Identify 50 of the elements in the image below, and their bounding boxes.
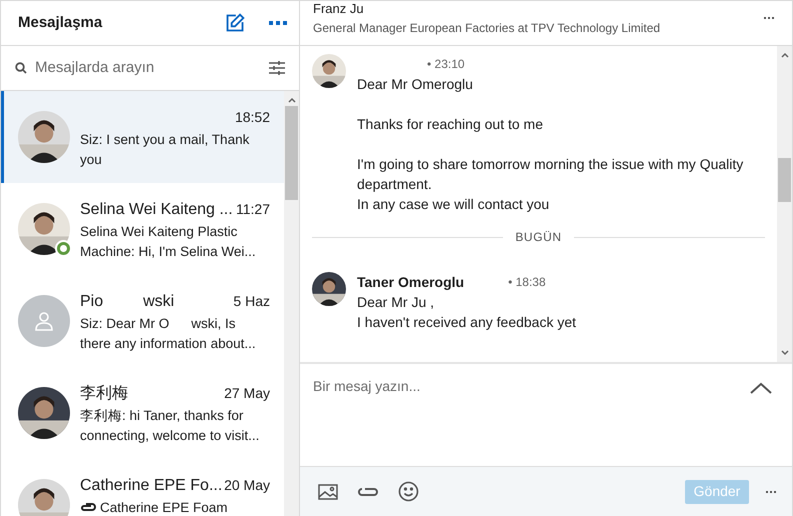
contact-name: wski [143, 292, 174, 312]
message-text: Dear Mr Omeroglu [357, 75, 474, 94]
date-divider: BUGÜN [515, 229, 562, 246]
scrollbar[interactable] [284, 91, 299, 516]
person-icon [32, 309, 56, 333]
message-time: 5 Haz [233, 292, 270, 310]
conversation-item[interactable]: Selina Wei Kaiteng ... 11:27 Selina Wei Kaiteng Plastic Machine: Hi, I'm Selina Wei... [1, 183, 284, 275]
scroll-thumb[interactable] [778, 158, 791, 202]
message-preview: Catherine EPE Foam [100, 500, 228, 515]
message-time: 11:27 [236, 200, 270, 218]
message-text: In any case we will contact you [357, 195, 550, 214]
message-text: I haven't received any feedback yet [357, 313, 576, 332]
message-time: 27 May [224, 384, 270, 402]
scroll-up-icon[interactable] [780, 52, 788, 58]
scrollbar[interactable] [777, 46, 792, 362]
search-field[interactable]: Mesajlarda arayın [35, 56, 261, 80]
message-time: • 23:10 [427, 56, 465, 73]
message-time: 20 May [224, 476, 270, 494]
sender-name: Taner Omeroglu [357, 273, 464, 292]
message-text: I'm going to share tomorrow morning the issue with my Quality department. [357, 155, 744, 194]
conversation-item[interactable]: Catherine EPE Fo...20 May Catherine EPE Foam [1, 459, 284, 516]
more-icon[interactable] [269, 21, 287, 25]
message-preview: 李利梅: hi Taner, thanks for connecting, welcome to visit... [80, 408, 260, 443]
scroll-down-icon[interactable] [780, 350, 788, 356]
contact-name: Catherine EPE Fo... [80, 476, 222, 496]
scroll-thumb[interactable] [285, 106, 298, 200]
message-field[interactable]: Bir mesaj yazın... [313, 376, 750, 456]
contact-headline: General Manager European Factories at TPV Technology Limited [313, 20, 662, 37]
contact-name: Pio [80, 292, 104, 312]
search-icon [15, 62, 27, 74]
message-text: Thanks for reaching out to me [357, 115, 544, 134]
message-text: Dear Mr Ju , [357, 293, 436, 312]
contact-name: 李利梅 [80, 384, 128, 404]
emoji-icon[interactable] [398, 481, 419, 502]
sidebar-title: Mesajlaşma [18, 12, 104, 33]
conversation-item[interactable]: Pio wski 5 Haz Siz: Dear Mr O wski, Is there any information about... [1, 275, 284, 367]
message-preview: Siz: I sent you a mail, Thank you [80, 132, 250, 167]
message-preview: Selina Wei Kaiteng Plastic Machine: Hi, I'm Selina Wei... [80, 224, 256, 259]
contact-name: Franz Ju [313, 1, 364, 17]
scroll-up-icon[interactable] [288, 97, 296, 103]
message-preview: Siz: Dear Mr O wski, Is there any information about... [80, 316, 256, 351]
conversation-item[interactable]: 李利梅 27 May 李利梅: hi Taner, thanks for connecting, welcome to visit... [1, 367, 284, 459]
message-time: • 18:38 [508, 274, 546, 291]
contact-name: Selina Wei Kaiteng ... [80, 200, 233, 220]
expand-icon[interactable] [750, 382, 772, 394]
image-icon[interactable] [318, 484, 338, 500]
message-time: 18:52 [234, 108, 270, 126]
conversation-item[interactable]: 18:52 Siz: I sent you a mail, Thank you [1, 91, 284, 183]
filter-icon[interactable] [269, 61, 285, 75]
compose-icon[interactable] [225, 13, 245, 33]
